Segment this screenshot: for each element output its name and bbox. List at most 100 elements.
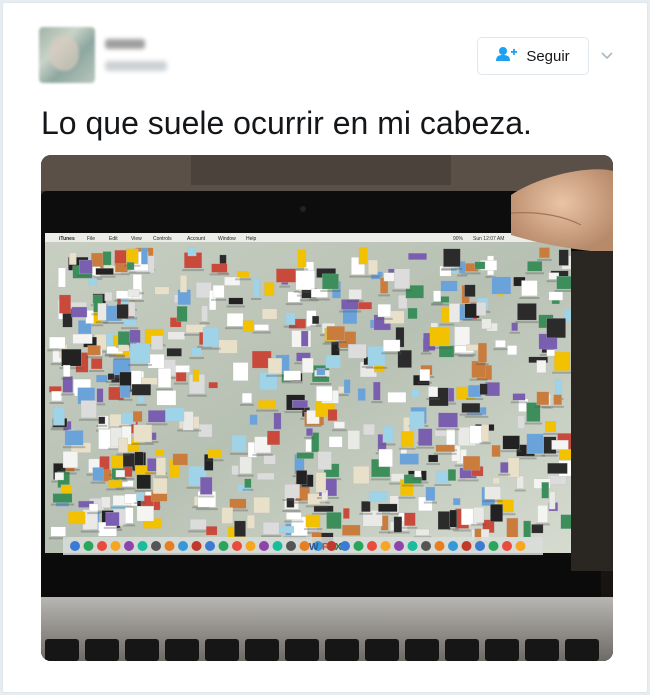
dock-app-icon xyxy=(178,541,188,551)
desktop-file-icon xyxy=(511,322,518,331)
desktop-file-label xyxy=(304,424,322,427)
desktop-file-label xyxy=(359,512,373,515)
desktop-file-label xyxy=(106,488,125,491)
desktop-file-label xyxy=(524,422,543,425)
desktop-file-label xyxy=(131,443,154,445)
desktop-file-icon xyxy=(377,304,391,318)
desktop-file-icon xyxy=(201,305,208,322)
desktop-file-icon xyxy=(484,486,501,500)
desktop-file-label xyxy=(519,297,540,299)
desktop-file-icon xyxy=(368,259,378,275)
desktop-file-label xyxy=(252,331,271,334)
desktop-file-icon xyxy=(353,466,370,484)
desktop-file-icon xyxy=(382,426,394,443)
desktop-file-icon xyxy=(236,271,250,278)
desktop-file-label xyxy=(285,303,303,306)
desktop-file-icon xyxy=(469,425,483,444)
desktop-file-icon xyxy=(228,297,244,305)
desktop-file-label xyxy=(252,453,273,456)
follow-button[interactable]: Seguir xyxy=(477,37,589,75)
desktop-file-icon xyxy=(342,524,361,536)
desktop-file-label xyxy=(62,446,86,449)
dock-office-icon: P xyxy=(322,542,329,553)
desktop-file-label xyxy=(431,302,443,305)
desktop-file-icon xyxy=(79,259,93,275)
desktop-file-icon xyxy=(98,416,106,425)
desktop-file-label xyxy=(433,452,457,455)
desktop-file-label xyxy=(426,463,440,466)
desktop-file-label xyxy=(226,305,245,308)
desktop-file-label xyxy=(95,321,109,324)
desktop-file-icon xyxy=(477,342,487,363)
desktop-file-icon xyxy=(156,390,177,406)
desktop-file-icon xyxy=(301,330,309,347)
desktop-file-icon xyxy=(205,526,218,536)
desktop-file-icon xyxy=(302,357,314,373)
desktop-file-label xyxy=(188,530,209,533)
desktop-file-icon xyxy=(399,453,419,465)
desktop-file-icon xyxy=(408,252,427,260)
desktop-file-label xyxy=(80,530,100,533)
desktop-file-icon xyxy=(539,247,550,259)
desktop-file-label xyxy=(195,508,218,511)
desktop-file-icon xyxy=(231,435,247,452)
desktop-file-label xyxy=(237,474,254,477)
desktop-file-label xyxy=(378,294,390,297)
desktop-file-label xyxy=(64,472,77,475)
desktop-file-label xyxy=(514,489,526,492)
desktop-file-label xyxy=(452,353,476,356)
desktop-file-label xyxy=(423,501,437,504)
desktop-file-icon xyxy=(69,252,77,265)
desktop-file-icon xyxy=(454,326,470,346)
desktop-file-icon xyxy=(404,512,416,526)
author-name-blurred[interactable] xyxy=(105,39,145,49)
dock-app-icon xyxy=(515,541,526,551)
keyboard-key xyxy=(485,639,519,661)
desktop-file-label xyxy=(398,496,416,499)
author-handle-blurred[interactable] xyxy=(105,61,167,71)
desktop-file-icon xyxy=(172,453,188,466)
desktop-file-icon xyxy=(526,402,541,422)
desktop-file-label xyxy=(493,348,508,351)
desktop-file-icon xyxy=(436,470,450,484)
keyboard-key xyxy=(205,639,239,661)
tweet-text: Lo que suele ocurrir en mi cabeza. xyxy=(41,105,532,141)
desktop-file-label xyxy=(123,524,136,527)
desktop-file-label xyxy=(114,299,135,302)
desktop-file-label xyxy=(89,370,105,372)
desktop-file-icon xyxy=(549,491,556,510)
desktop-file-label xyxy=(380,443,396,446)
dock-app-icon xyxy=(434,541,445,551)
desktop-file-label xyxy=(324,341,347,344)
chevron-down-icon[interactable] xyxy=(599,47,615,63)
desktop-file-icon xyxy=(107,373,115,381)
dock-app-icon xyxy=(164,541,175,551)
desktop-file-label xyxy=(319,501,330,504)
tweet-card: Seguir Lo que suele ocurrir en mi cabeza… xyxy=(2,2,648,693)
desktop-file-icon xyxy=(429,327,450,347)
desktop-file-icon xyxy=(378,448,393,467)
desktop-file-icon xyxy=(232,362,249,381)
desktop-file-icon xyxy=(166,348,182,357)
desktop-file-label xyxy=(525,272,545,275)
desktop-file-icon xyxy=(481,424,489,442)
desktop-file-icon xyxy=(202,327,219,347)
desktop-file-label xyxy=(509,331,520,334)
desktop-file-icon xyxy=(393,516,403,533)
desktop-file-label xyxy=(543,432,558,435)
desktop-file-icon xyxy=(118,437,128,453)
avatar[interactable] xyxy=(39,27,95,83)
desktop-file-icon xyxy=(547,462,568,474)
desktop-file-icon xyxy=(316,368,326,376)
desktop-file-icon xyxy=(536,391,550,406)
desktop-file-icon xyxy=(440,280,458,292)
desktop-file-label xyxy=(303,528,323,531)
desktop-file-icon xyxy=(136,474,151,490)
desktop-file-icon xyxy=(437,511,451,530)
desktop-file-label xyxy=(541,454,559,457)
desktop-file-label xyxy=(305,505,328,508)
desktop-file-label xyxy=(392,289,412,292)
desktop-file-icon xyxy=(325,355,341,369)
desktop-file-label xyxy=(61,377,73,380)
tweet-photo[interactable]: iTunes File Edit View Controls Account Window H… xyxy=(41,155,613,661)
